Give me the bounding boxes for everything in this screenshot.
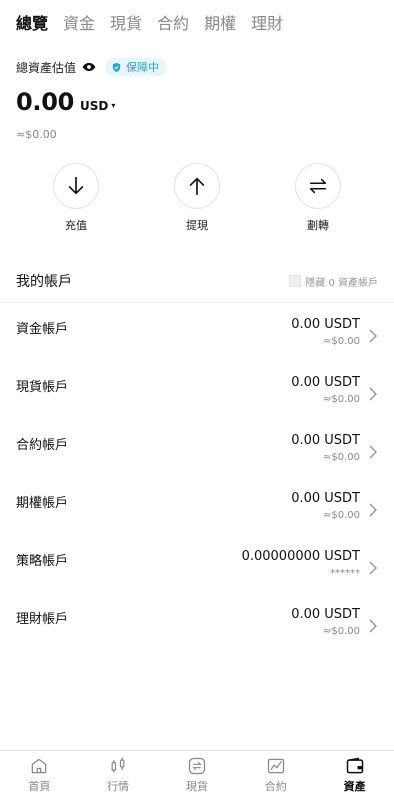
account-approx: ≈$0.00 [322,510,360,521]
account-amount: 0.00 USDT [291,433,360,448]
protection-badge[interactable]: 保障中 [105,58,168,76]
tab-overview[interactable]: 總覽 [16,12,48,36]
account-amount: 0.00 USDT [291,607,360,622]
wallet-icon [346,757,363,774]
account-name: 理財帳戶 [16,612,69,627]
accounts-section-header: 我的帳戶 隱藏 0 資產帳戶 [16,271,378,291]
hide-zero-checkbox[interactable] [289,275,302,287]
chevron-right-icon [369,445,377,458]
protection-badge-label: 保障中 [126,61,160,74]
account-row-spot[interactable]: 現貨帳戶 0.00 USDT ≈$0.00 [0,374,394,432]
caret-down-icon[interactable]: ▾ [111,101,115,110]
transfer-icon [295,163,341,209]
account-name: 資金帳戶 [16,322,69,337]
arrow-up-icon [174,163,220,209]
chevron-right-icon [369,387,377,400]
candlestick-icon [111,757,125,773]
nav-label: 資產 [343,780,366,793]
tab-futures[interactable]: 合約 [157,12,189,36]
chevron-right-icon [369,619,377,632]
account-amount: 0.00 USDT [291,317,360,332]
hide-zero-toggle[interactable]: 隱藏 0 資產帳戶 [289,274,378,289]
account-list: 資金帳戶 0.00 USDT ≈$0.00 現貨帳戶 0.00 USDT ≈$0… [0,316,394,664]
deposit-button[interactable]: 充值 [16,163,136,233]
total-assets-header: 總資產估值 保障中 [16,58,168,76]
hide-zero-label: 隱藏 0 資產帳戶 [305,277,378,289]
section-title: 我的帳戶 [16,274,72,290]
futures-icon [267,758,284,774]
balance-row: 0.00 USD ▾ [16,88,115,116]
deposit-label: 充值 [65,219,87,232]
chevron-right-icon [369,561,377,574]
top-tab-bar: 總覽 資金 現貨 合約 期權 理財 [16,12,384,36]
account-row-earn[interactable]: 理財帳戶 0.00 USDT ≈$0.00 [0,606,394,664]
tab-earn[interactable]: 理財 [251,12,283,36]
tab-spot[interactable]: 現貨 [110,12,142,36]
currency-selector[interactable]: USD [80,99,108,113]
transfer-button[interactable]: 劃轉 [258,163,378,233]
arrow-down-icon [53,163,99,209]
nav-home[interactable]: 首頁 [0,751,79,800]
account-name: 現貨帳戶 [16,380,69,395]
tab-funding[interactable]: 資金 [63,12,95,36]
account-approx: ≈$0.00 [322,452,360,463]
account-name: 期權帳戶 [16,496,69,511]
spot-icon [188,757,206,775]
account-row-strategy[interactable]: 策略帳戶 0.00000000 USDT ****** [0,548,394,606]
account-row-options[interactable]: 期權帳戶 0.00 USDT ≈$0.00 [0,490,394,548]
nav-futures[interactable]: 合約 [236,751,315,800]
account-approx: ****** [330,568,360,579]
nav-label: 首頁 [28,780,51,793]
account-amount: 0.00 USDT [291,491,360,506]
chevron-right-icon [369,503,377,516]
account-approx: ≈$0.00 [322,626,360,637]
bottom-nav: 首頁 行情 現貨 合約 資產 [0,750,394,800]
nav-label: 行情 [107,780,130,793]
divider [0,302,394,303]
shield-icon [111,62,122,73]
eye-icon[interactable] [82,60,96,74]
withdraw-label: 提現 [186,219,208,232]
account-approx: ≈$0.00 [322,336,360,347]
account-name: 策略帳戶 [16,554,69,569]
nav-markets[interactable]: 行情 [79,751,158,800]
account-approx: ≈$0.00 [322,394,360,405]
nav-label: 現貨 [185,780,208,793]
nav-assets[interactable]: 資產 [315,751,394,800]
total-balance: 0.00 [16,88,75,116]
transfer-label: 劃轉 [307,219,329,232]
balance-approx: ≈$0.00 [16,128,57,141]
account-amount: 0.00 USDT [291,375,360,390]
home-icon [32,758,47,774]
quick-actions: 充值 提現 劃轉 [16,163,378,233]
account-name: 合約帳戶 [16,438,69,453]
tab-options[interactable]: 期權 [204,12,236,36]
nav-label: 合約 [264,780,287,793]
withdraw-button[interactable]: 提現 [137,163,257,233]
account-row-funding[interactable]: 資金帳戶 0.00 USDT ≈$0.00 [0,316,394,374]
account-amount: 0.00000000 USDT [241,549,360,564]
chevron-right-icon [369,329,377,342]
account-row-futures[interactable]: 合約帳戶 0.00 USDT ≈$0.00 [0,432,394,490]
nav-spot[interactable]: 現貨 [158,751,237,800]
total-assets-label: 總資產估值 [16,60,77,75]
